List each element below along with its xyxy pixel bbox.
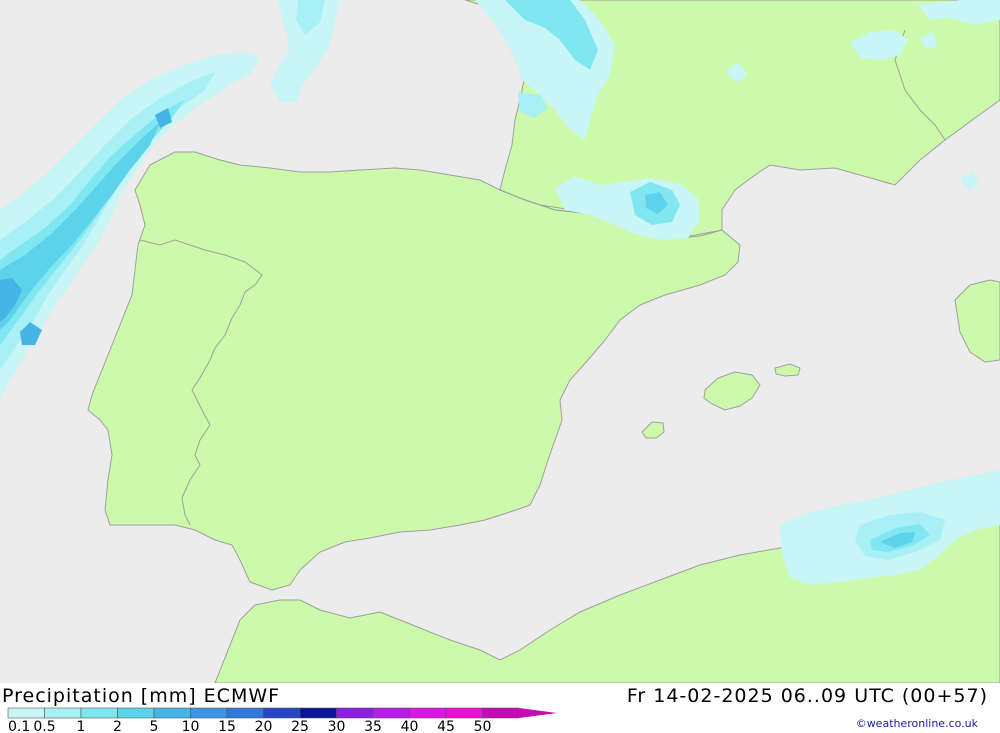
legend-swatch [190, 707, 228, 719]
legend-swatch [7, 707, 45, 719]
legend-label: 0.1 [8, 719, 30, 733]
legend-label: 2 [113, 719, 122, 733]
legend-swatch [263, 707, 301, 719]
legend-label: 15 [218, 719, 236, 733]
legend-label: 20 [255, 719, 273, 733]
legend-swatch [482, 707, 520, 719]
map-footer: Precipitation [mm] ECMWF Fr 14-02-2025 0… [0, 683, 1000, 733]
precipitation-map [0, 0, 1000, 683]
credit-link[interactable]: ©weatheronline.co.uk [856, 717, 978, 730]
legend-label: 1 [77, 719, 86, 733]
legend-label: 45 [437, 719, 455, 733]
legend-swatch [226, 707, 264, 719]
legend-swatch [44, 707, 82, 719]
legend-swatch [445, 707, 483, 719]
precip-legend: 0.1 0.5 1 2 5 10 15 20 25 30 35 40 45 50 [7, 707, 557, 733]
legend-label: 25 [291, 719, 309, 733]
legend-swatch [299, 707, 337, 719]
legend-label: 40 [401, 719, 419, 733]
legend-arrow [519, 708, 557, 718]
legend-swatch [153, 707, 191, 719]
legend-label: 50 [474, 719, 492, 733]
map-title: Precipitation [mm] ECMWF [2, 685, 281, 707]
legend-swatch [80, 707, 118, 719]
legend-swatch [409, 707, 447, 719]
legend-label: 30 [328, 719, 346, 733]
legend-swatch [336, 707, 374, 719]
legend-label: 0.5 [33, 719, 55, 733]
legend-label: 35 [364, 719, 382, 733]
forecast-datetime: Fr 14-02-2025 06..09 UTC (00+57) [626, 685, 988, 707]
legend-label: 10 [182, 719, 200, 733]
legend-label: 5 [150, 719, 159, 733]
legend-swatch [372, 707, 410, 719]
legend-swatch [117, 707, 155, 719]
